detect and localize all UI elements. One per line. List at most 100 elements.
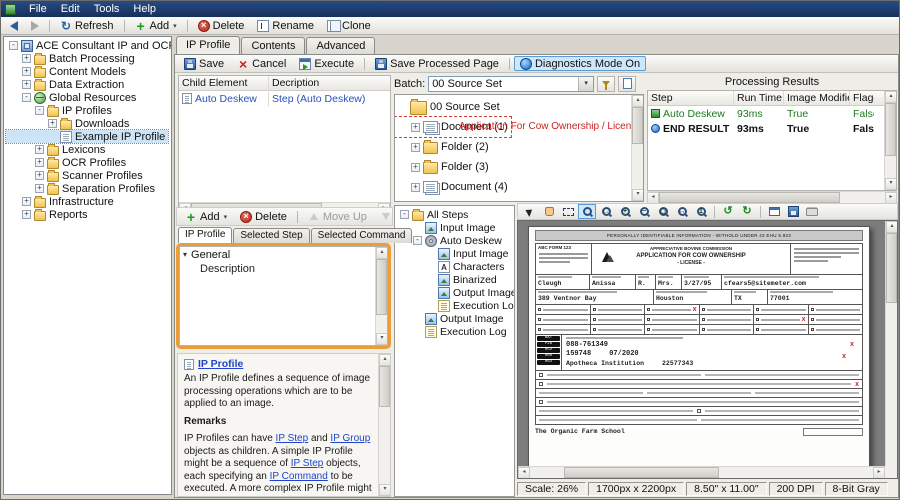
- add-button[interactable]: Add▾: [129, 18, 183, 33]
- scroll-up-button[interactable]: ▴: [885, 91, 897, 103]
- actual-size-button[interactable]: 1: [692, 204, 710, 219]
- tree-item-execution-log[interactable]: Execution Log: [397, 299, 515, 312]
- tree-item-separation-profiles[interactable]: +Separation Profiles: [6, 182, 158, 195]
- delete-button[interactable]: Delete: [192, 18, 251, 33]
- column-header[interactable]: Step: [648, 91, 734, 105]
- tree-item-all-steps[interactable]: -All Steps: [397, 208, 471, 221]
- tab-contents[interactable]: Contents: [241, 37, 305, 54]
- scroll-up-button[interactable]: ▴: [632, 95, 644, 107]
- tree-item-document-4[interactable]: +Document (4): [395, 177, 511, 197]
- expand-icon[interactable]: +: [411, 183, 420, 192]
- scroll-track[interactable]: [632, 107, 643, 189]
- expand-icon[interactable]: +: [35, 145, 44, 154]
- forward-button[interactable]: [25, 18, 45, 33]
- tree-item-ip-profiles[interactable]: -IP Profiles: [6, 104, 115, 117]
- layout-button[interactable]: [765, 204, 783, 219]
- result-row[interactable]: END RESULT93msTrueFalse: [648, 121, 896, 136]
- help-link[interactable]: IP Step: [291, 458, 324, 469]
- horizontal-scrollbar[interactable]: ◂▸: [518, 466, 885, 478]
- move-up-button[interactable]: Move Up: [302, 209, 373, 224]
- expand-icon[interactable]: +: [411, 143, 420, 152]
- tree-item-binarized[interactable]: Binarized: [397, 273, 500, 286]
- zoom-in-button[interactable]: +: [616, 204, 634, 219]
- vertical-scrollbar[interactable]: ▴▾: [631, 95, 643, 201]
- expand-icon[interactable]: +: [35, 171, 44, 180]
- fit-page-button[interactable]: ◻: [654, 204, 672, 219]
- expand-icon[interactable]: +: [22, 197, 31, 206]
- scroll-track[interactable]: [886, 233, 897, 466]
- tree-item-lexicons[interactable]: +Lexicons: [6, 143, 108, 156]
- tree-item-reports[interactable]: +Reports: [6, 208, 91, 221]
- save-processed-page-button[interactable]: Save Processed Page: [369, 56, 505, 71]
- rename-button[interactable]: Rename: [251, 18, 320, 33]
- collapse-icon[interactable]: -: [9, 41, 18, 50]
- expand-icon[interactable]: +: [22, 80, 31, 89]
- add-button[interactable]: Add▾: [179, 209, 233, 224]
- tab-selected-command[interactable]: Selected Command: [311, 228, 413, 243]
- scroll-right-button[interactable]: ▸: [873, 467, 885, 479]
- expand-icon[interactable]: +: [411, 163, 420, 172]
- scroll-track[interactable]: [376, 259, 387, 333]
- scroll-thumb[interactable]: [885, 103, 896, 156]
- help-title-link[interactable]: IP Profile: [198, 358, 243, 370]
- clone-button[interactable]: Clone: [321, 18, 377, 33]
- scroll-thumb[interactable]: [659, 192, 840, 203]
- tree-item-folder-3[interactable]: +Folder (3): [395, 157, 492, 177]
- column-header[interactable]: Flagged: [850, 91, 874, 105]
- tree-item-downloads[interactable]: +Downloads: [6, 117, 132, 130]
- tree-item-output-image[interactable]: Output Image: [397, 312, 507, 325]
- expand-icon[interactable]: +: [22, 210, 31, 219]
- vertical-scrollbar[interactable]: ▴▾: [884, 91, 896, 190]
- fit-width-button[interactable]: ↔: [673, 204, 691, 219]
- tree-item-ocr-profiles[interactable]: +OCR Profiles: [6, 156, 129, 169]
- scroll-thumb[interactable]: [379, 366, 390, 407]
- tree-item-data-extraction[interactable]: +Data Extraction: [6, 78, 127, 91]
- print-button[interactable]: [803, 204, 821, 219]
- save-button[interactable]: Save: [178, 56, 230, 71]
- menu-tools[interactable]: Tools: [87, 2, 127, 16]
- scroll-down-button[interactable]: ▾: [885, 178, 897, 190]
- help-link[interactable]: IP Group: [330, 433, 370, 444]
- menu-file[interactable]: File: [22, 2, 54, 16]
- save-image-button[interactable]: [784, 204, 802, 219]
- tree-item-scanner-profiles[interactable]: +Scanner Profiles: [6, 169, 146, 182]
- tree-item-folder-2[interactable]: +Folder (2): [395, 137, 492, 157]
- property-group-general[interactable]: ▾ General: [180, 247, 387, 262]
- tree-item-00-source-set[interactable]: 00 Source Set: [395, 97, 503, 117]
- scroll-thumb[interactable]: [886, 233, 897, 303]
- zoom-select-button[interactable]: □: [597, 204, 615, 219]
- tree-item-content-models[interactable]: +Content Models: [6, 65, 129, 78]
- diagnostics-mode-on-button[interactable]: Diagnostics Mode On: [514, 56, 646, 71]
- pan-tool-button[interactable]: [540, 204, 558, 219]
- scroll-track[interactable]: [659, 192, 885, 203]
- delete-button[interactable]: Delete: [234, 209, 293, 224]
- rotate-right-button[interactable]: ↻: [738, 204, 756, 219]
- scroll-thumb[interactable]: [564, 467, 718, 478]
- scroll-down-button[interactable]: ▾: [379, 484, 391, 496]
- expand-icon[interactable]: +: [22, 67, 31, 76]
- viewer-canvas[interactable]: PERSONALLY IDENTIFIABLE INFORMATION - WI…: [517, 220, 898, 479]
- help-link[interactable]: IP Command: [270, 471, 328, 482]
- select-tool-button[interactable]: [521, 204, 539, 219]
- tree-item-batch-processing[interactable]: +Batch Processing: [6, 52, 138, 65]
- rotate-left-button[interactable]: ↺: [719, 204, 737, 219]
- execute-button[interactable]: Execute: [293, 56, 360, 71]
- scroll-up-button[interactable]: ▴: [376, 247, 388, 259]
- horizontal-scrollbar[interactable]: ◂▸: [647, 191, 897, 203]
- scroll-up-button[interactable]: ▴: [886, 221, 898, 233]
- tab-ip-profile[interactable]: IP Profile: [178, 227, 232, 243]
- back-button[interactable]: [4, 18, 24, 33]
- collapse-icon[interactable]: -: [400, 210, 409, 219]
- menu-help[interactable]: Help: [126, 2, 163, 16]
- expand-icon[interactable]: +: [411, 123, 420, 132]
- tree-item-input-image[interactable]: Input Image: [397, 247, 511, 260]
- magnifier-tool-button[interactable]: [578, 204, 596, 219]
- batch-combobox[interactable]: 00 Source Set ▾: [428, 76, 594, 92]
- tree-item-output-image[interactable]: Output Image: [397, 286, 515, 299]
- scroll-thumb[interactable]: [632, 107, 643, 144]
- collapse-icon[interactable]: -: [413, 236, 422, 245]
- tree-item-characters[interactable]: Characters: [397, 260, 507, 273]
- scroll-track[interactable]: [530, 467, 873, 478]
- tab-selected-step[interactable]: Selected Step: [233, 228, 309, 243]
- column-header[interactable]: Decription: [269, 76, 387, 90]
